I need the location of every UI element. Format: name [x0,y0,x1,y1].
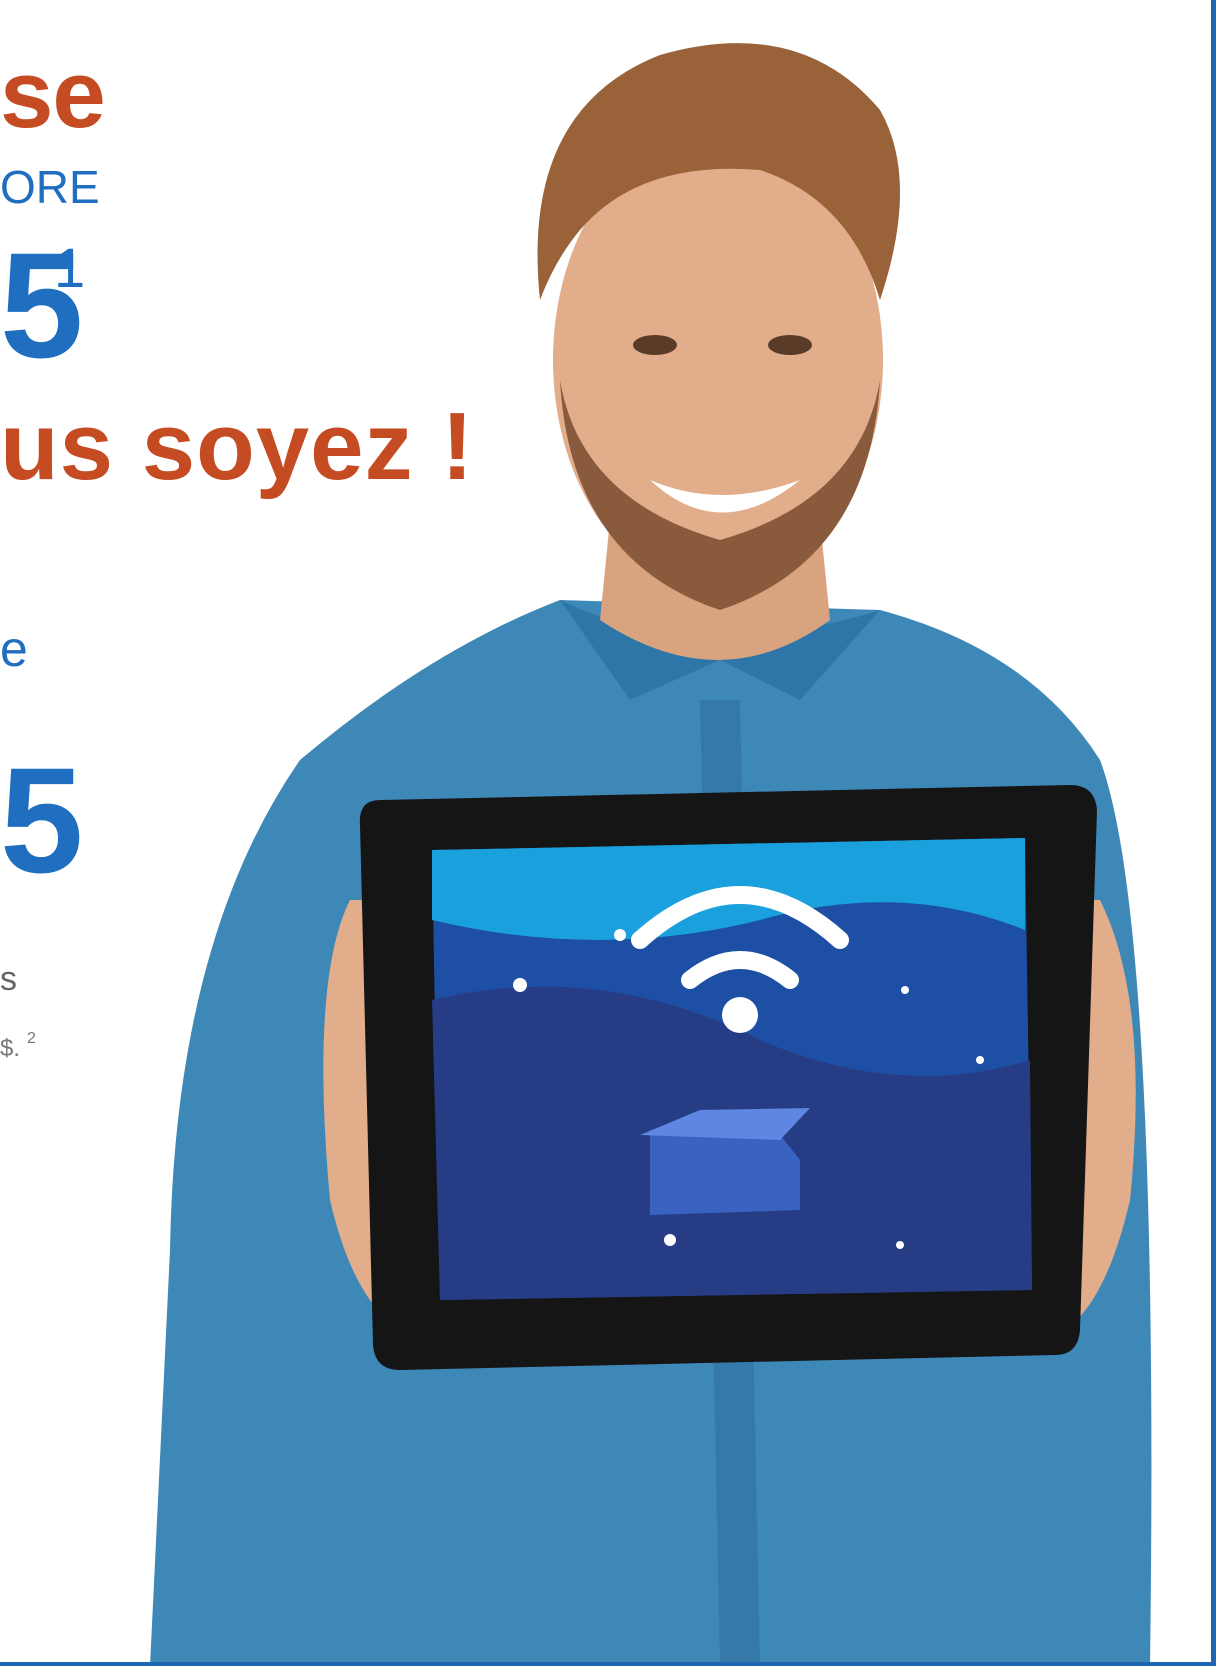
grey-line-1: s [0,960,17,998]
person-with-tablet-photo [150,43,1152,1666]
footnote-marker-2: 2 [27,1030,36,1047]
big-number-2: 5 [0,736,84,904]
headline-2: us soyez ! [0,393,475,500]
footnote-marker-1: 1 [54,236,86,299]
ad-panel: se ORE 5 1 us soyez ! e 5 s $. 2 [0,0,1216,1666]
headline-top: se [0,41,106,148]
frame-right-border [1211,0,1216,1666]
kicker-text: ORE [0,161,100,213]
blue-word: e [0,621,28,677]
grey-line-2: $. [0,1035,21,1062]
frame-bottom-border [0,1662,1216,1666]
